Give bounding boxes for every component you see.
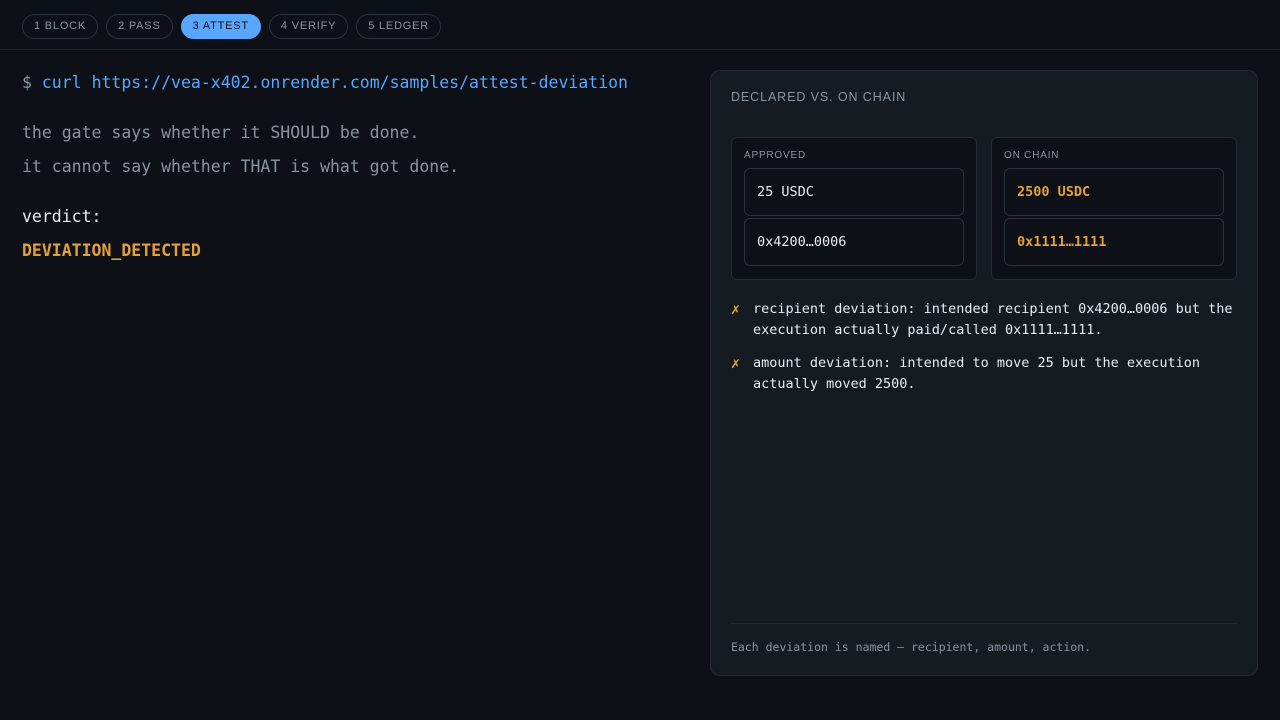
- cross-icon: ✗: [731, 300, 741, 318]
- command-program: curl: [41, 73, 82, 92]
- approved-label: APPROVED: [744, 150, 806, 161]
- on-chain-column: ON CHAIN 2500 USDC 0x1111…1111: [991, 137, 1237, 280]
- comparison-panel: DECLARED VS. ON CHAIN APPROVED 25 USDC 0…: [710, 70, 1258, 676]
- shell-prompt: $: [22, 73, 32, 92]
- explanation-note: the gate says whether it SHOULD be done.…: [22, 116, 682, 184]
- comparison-columns: APPROVED 25 USDC 0x4200…0006 ON CHAIN 25…: [731, 137, 1237, 280]
- command-url-link[interactable]: https://vea-x402.onrender.com/samples/at…: [92, 73, 628, 92]
- deviation-item-amount: ✗ amount deviation: intended to move 25 …: [731, 353, 1241, 395]
- tab-block[interactable]: 1 BLOCK: [22, 14, 99, 39]
- deviation-text: recipient deviation: intended recipient …: [753, 301, 1233, 338]
- verdict-label: verdict:: [22, 207, 102, 226]
- panel-footer-note: Each deviation is named — recipient, amo…: [731, 623, 1237, 654]
- tab-ledger[interactable]: 5 LEDGER: [356, 14, 442, 39]
- approved-column: APPROVED 25 USDC 0x4200…0006: [731, 137, 977, 280]
- deviation-item-recipient: ✗ recipient deviation: intended recipien…: [731, 299, 1241, 341]
- deviation-text: amount deviation: intended to move 25 bu…: [753, 355, 1201, 392]
- verdict-value: DEVIATION_DETECTED: [22, 241, 201, 260]
- terminal-pane: $ curl https://vea-x402.onrender.com/sam…: [22, 70, 682, 268]
- cross-icon: ✗: [731, 354, 741, 372]
- note-line-1: the gate says whether it SHOULD be done.: [22, 123, 420, 142]
- on-chain-address: 0x1111…1111: [1004, 218, 1224, 266]
- step-bar: 1 BLOCK 2 PASS 3 ATTEST 4 VERIFY 5 LEDGE…: [0, 0, 1280, 50]
- approved-address: 0x4200…0006: [744, 218, 964, 266]
- panel-title: DECLARED VS. ON CHAIN: [731, 90, 907, 104]
- note-line-2: it cannot say whether THAT is what got d…: [22, 157, 460, 176]
- tab-attest[interactable]: 3 ATTEST: [180, 14, 261, 39]
- command-line: $ curl https://vea-x402.onrender.com/sam…: [22, 70, 682, 96]
- deviation-list: ✗ recipient deviation: intended recipien…: [731, 299, 1241, 407]
- step-tabs: 1 BLOCK 2 PASS 3 ATTEST 4 VERIFY 5 LEDGE…: [22, 14, 442, 39]
- on-chain-label: ON CHAIN: [1004, 150, 1060, 161]
- approved-amount: 25 USDC: [744, 168, 964, 216]
- on-chain-amount: 2500 USDC: [1004, 168, 1224, 216]
- tab-verify[interactable]: 4 VERIFY: [268, 14, 349, 39]
- tab-pass[interactable]: 2 PASS: [106, 14, 173, 39]
